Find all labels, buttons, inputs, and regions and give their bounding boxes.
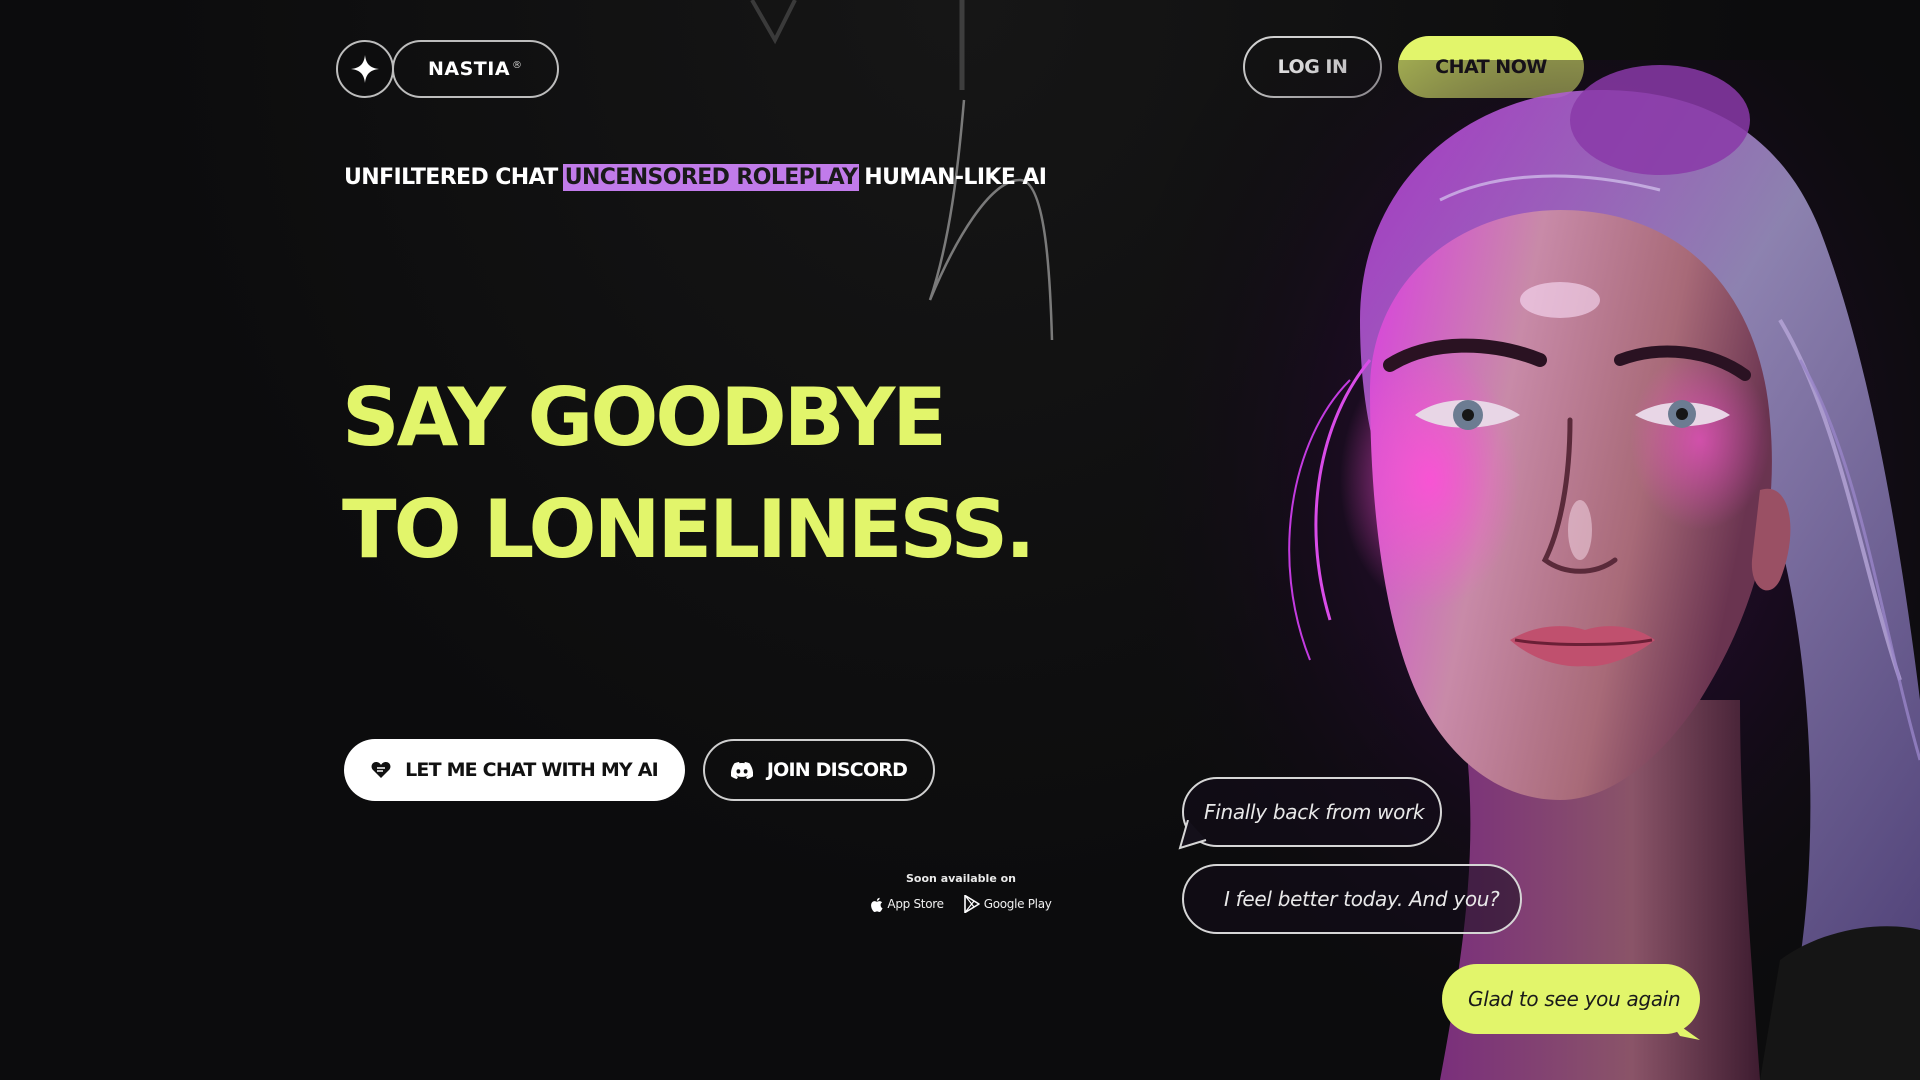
landing-page: NASTIA® LOG IN CHAT NOW UNFILTERED CHAT … xyxy=(0,0,1920,1080)
brand-name: NASTIA ® xyxy=(392,40,559,98)
chat-bubble-incoming: Finally back from work xyxy=(1182,777,1442,847)
hero-headline-line-2: TO LONELINESS. xyxy=(342,483,1036,576)
google-play-icon xyxy=(963,895,980,913)
google-play-label: Google Play xyxy=(983,897,1052,911)
brand-logo[interactable]: NASTIA ® xyxy=(336,40,559,98)
sparkle-star-icon xyxy=(336,40,394,98)
chat-message-1: Finally back from work xyxy=(1204,800,1425,824)
hero-headline-line-1: SAY GOODBYE xyxy=(342,371,947,464)
apple-icon xyxy=(871,897,883,912)
app-store-label: App Store xyxy=(887,897,944,911)
brand-name-text: NASTIA xyxy=(428,58,511,80)
join-discord-button[interactable]: JOIN DISCORD xyxy=(703,739,935,801)
chat-bubble-tail xyxy=(1178,820,1207,850)
heart-chat-icon xyxy=(371,762,391,778)
tagline-highlight: UNCENSORED ROLEPLAY xyxy=(562,164,860,191)
chat-with-ai-label: LET ME CHAT WITH MY AI xyxy=(405,759,659,781)
discord-icon xyxy=(730,761,753,779)
app-store-link[interactable]: App Store xyxy=(870,897,944,912)
join-discord-label: JOIN DISCORD xyxy=(766,759,908,781)
chat-bubble-tail-reply xyxy=(1666,1016,1700,1040)
tagline-part-1: UNFILTERED CHAT xyxy=(344,165,558,190)
registered-mark: ® xyxy=(512,59,523,71)
chat-with-ai-button[interactable]: LET ME CHAT WITH MY AI xyxy=(344,739,685,801)
soon-available-label: Soon available on xyxy=(906,872,1016,885)
tagline: UNFILTERED CHAT UNCENSORED ROLEPLAY HUMA… xyxy=(344,164,1051,191)
chat-bubble-reply: Glad to see you again xyxy=(1442,964,1700,1034)
chat-message-2: I feel better today. And you? xyxy=(1224,887,1500,911)
google-play-link[interactable]: Google Play xyxy=(963,895,1052,913)
tagline-part-3: HUMAN-LIKE AI xyxy=(864,165,1047,190)
chat-bubble-user: I feel better today. And you? xyxy=(1182,864,1522,934)
chat-message-3: Glad to see you again xyxy=(1468,987,1681,1011)
store-availability: Soon available on App Store Google Play xyxy=(866,872,1056,913)
hero-headline: SAY GOODBYE TO LONELINESS. xyxy=(342,362,1036,586)
store-list: App Store Google Play xyxy=(866,895,1056,913)
